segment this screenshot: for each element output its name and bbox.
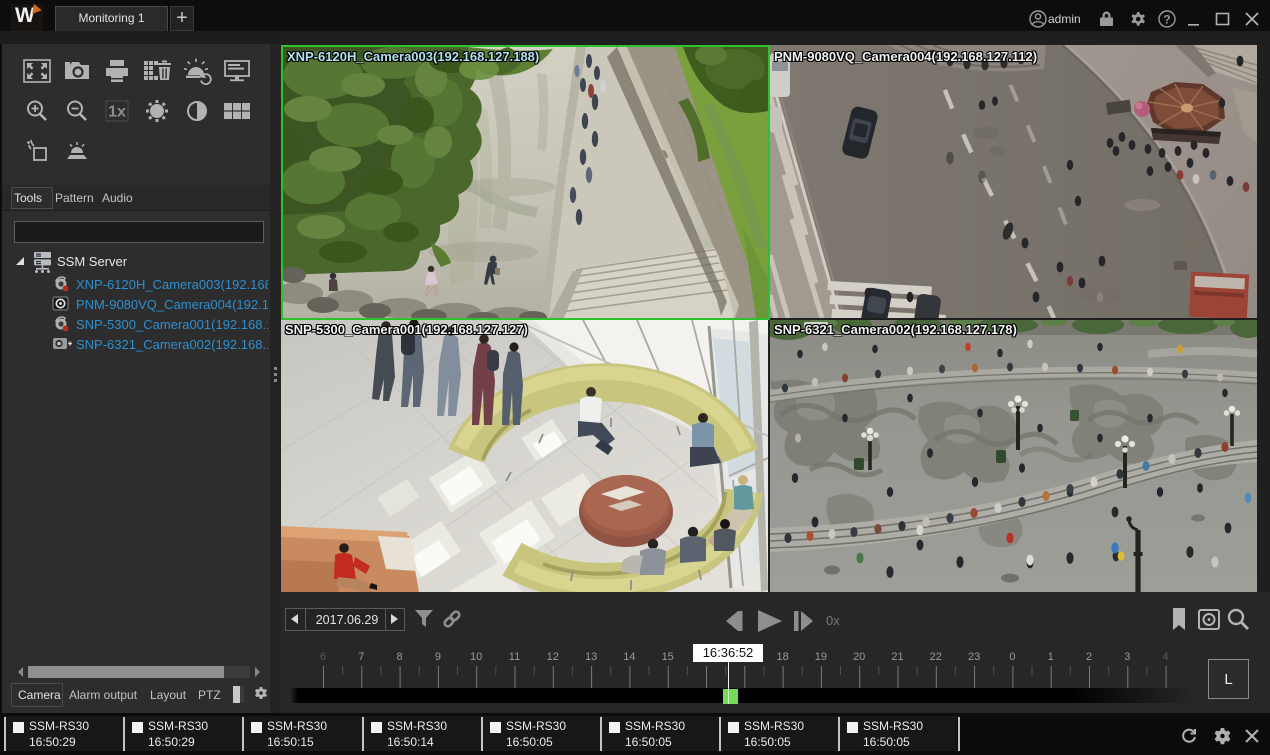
svg-text:18: 18 <box>776 651 788 663</box>
svg-text:23: 23 <box>968 651 980 663</box>
svg-text:2: 2 <box>1086 651 1092 663</box>
svg-text:3: 3 <box>1124 651 1130 663</box>
svg-text:9: 9 <box>435 651 441 663</box>
svg-text:10: 10 <box>470 651 482 663</box>
svg-text:7: 7 <box>358 651 364 663</box>
svg-text:14: 14 <box>623 651 635 663</box>
svg-text:1: 1 <box>1048 651 1054 663</box>
svg-text:22: 22 <box>930 651 942 663</box>
svg-text:6: 6 <box>320 651 326 663</box>
svg-text:13: 13 <box>585 651 597 663</box>
svg-text:15: 15 <box>662 651 674 663</box>
svg-text:4: 4 <box>1163 651 1169 663</box>
svg-text:21: 21 <box>891 651 903 663</box>
svg-text:?: ? <box>1163 13 1170 27</box>
svg-text:12: 12 <box>547 651 559 663</box>
svg-text:0: 0 <box>1009 651 1015 663</box>
svg-text:11: 11 <box>509 651 520 663</box>
svg-text:20: 20 <box>853 651 865 663</box>
svg-text:1x: 1x <box>108 104 126 121</box>
svg-text:8: 8 <box>397 651 403 663</box>
svg-text:19: 19 <box>815 651 827 663</box>
